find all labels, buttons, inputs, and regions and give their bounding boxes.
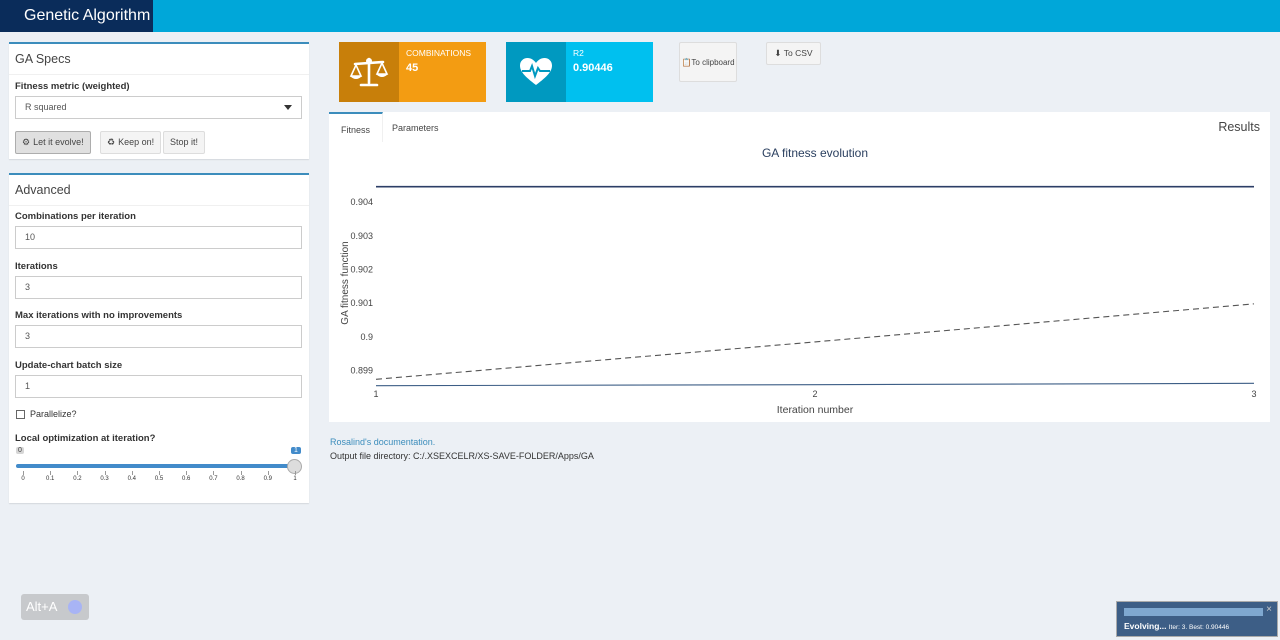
slider-tick-mark <box>104 471 106 475</box>
notification-detail: Iter: 3. Best: 0.90446 <box>1168 624 1230 631</box>
series-line <box>375 382 1255 387</box>
stop-it-button[interactable]: Stop it! <box>163 131 206 154</box>
fitness-metric-label: Fitness metric (weighted) <box>15 81 130 92</box>
slider-tick-mark <box>131 471 133 475</box>
slider-tick-label: 0 <box>21 476 25 482</box>
slider-ticks: 0 0.1 0.2 0.3 0.4 0.5 0.6 0.7 0.8 0.9 1 <box>9 471 309 485</box>
notification-message: Evolving... Iter: 3. Best: 0.90446 <box>1124 621 1229 631</box>
slider-tick-mark <box>159 471 160 475</box>
slider-min-label: 0 <box>16 447 24 454</box>
slider-tick-mark <box>23 471 24 475</box>
recycle-icon: ♻ <box>107 137 116 147</box>
combinations-input[interactable]: 10 <box>15 226 302 249</box>
r2-box-title: R2 <box>573 48 584 58</box>
slider-tick-mark <box>267 471 269 475</box>
r2-value-box: R2 0.90446 <box>506 42 653 102</box>
to-csv-label: To CSV <box>783 48 813 58</box>
to-clipboard-button[interactable]: 📋To clipboard <box>679 42 737 82</box>
slider-tick-mark <box>240 471 242 475</box>
alt-a-shortcut-button[interactable]: Alt+A <box>21 594 89 620</box>
heartbeat-icon <box>506 42 566 102</box>
y-tick-label: 0.901 <box>350 298 373 308</box>
clipboard-icon: 📋 <box>681 58 692 67</box>
combinations-box-value: 45 <box>406 62 419 74</box>
results-title: Results <box>1218 120 1260 134</box>
series-line <box>375 303 1255 380</box>
balance-scale-icon <box>339 42 399 102</box>
x-tick-label: 2 <box>812 389 817 399</box>
slider-tick-label: 0.4 <box>127 476 136 482</box>
slider-tick-mark <box>295 471 296 475</box>
progress-bar <box>1124 608 1263 616</box>
tab-parameters[interactable]: Parameters <box>380 112 451 142</box>
slider-tick-label: 0.7 <box>209 476 218 482</box>
max-no-improve-label: Max iterations with no improvements <box>15 310 183 321</box>
y-tick-label: 0.899 <box>350 366 373 376</box>
advanced-panel: Advanced Combinations per iteration 10 I… <box>9 173 309 503</box>
advanced-title: Advanced <box>9 175 309 206</box>
fitness-metric-select[interactable]: R squared <box>15 96 302 119</box>
slider-track[interactable] <box>16 464 296 468</box>
slider-tick-label: 0.6 <box>182 476 191 482</box>
x-tick-label: 1 <box>373 389 378 399</box>
chart-title: GA fitness evolution <box>762 146 868 160</box>
results-tab-panel: Fitness Parameters Results GA fitness ev… <box>329 112 1270 422</box>
iterations-label: Iterations <box>15 261 58 272</box>
batch-size-label: Update-chart batch size <box>15 360 123 371</box>
header-bar: Genetic Algorithm <box>0 0 1280 32</box>
ga-specs-panel: GA Specs Fitness metric (weighted) R squ… <box>9 42 309 159</box>
keep-on-button[interactable]: ♻ Keep on! <box>100 131 162 154</box>
combinations-value-box: COMBINATIONS 45 <box>339 42 486 102</box>
alt-a-label: Alt+A <box>26 599 58 614</box>
let-it-evolve-label: Let it evolve! <box>33 137 84 147</box>
gears-icon: ⚙ <box>22 137 31 147</box>
x-axis-label: Iteration number <box>777 404 854 416</box>
parallelize-checkbox[interactable] <box>16 410 25 419</box>
let-it-evolve-button[interactable]: ⚙ Let it evolve! <box>15 131 91 154</box>
y-axis-label: GA fitness function <box>340 241 351 324</box>
slider-tick-label: 0.1 <box>46 476 55 482</box>
slider-tick-label: 0.5 <box>154 476 164 482</box>
arrow-icon <box>68 600 82 614</box>
slider-tick-mark <box>50 471 52 475</box>
notification-title: Evolving... <box>1124 621 1167 631</box>
y-tick-label: 0.902 <box>350 265 373 275</box>
slider-tick-label: 1 <box>293 476 297 482</box>
y-tick-label: 0.9 <box>360 332 373 342</box>
iterations-input[interactable]: 3 <box>15 276 302 299</box>
progress-notification: × Evolving... Iter: 3. Best: 0.90446 <box>1116 601 1278 637</box>
to-clipboard-label: To clipboard <box>691 58 735 67</box>
close-icon[interactable]: × <box>1266 604 1272 615</box>
app-title: Genetic Algorithm <box>0 0 153 32</box>
fitness-chart: GA fitness evolution 0.899 0.9 0.901 0.902 0.… <box>340 146 1257 416</box>
max-no-improve-input[interactable]: 3 <box>15 325 302 348</box>
combinations-box-title: COMBINATIONS <box>406 48 472 58</box>
y-tick-label: 0.903 <box>350 231 373 241</box>
slider-tick-label: 0.8 <box>236 476 245 482</box>
r2-box-value: 0.90446 <box>573 62 613 74</box>
documentation-link[interactable]: Rosalind's documentation. <box>330 437 435 447</box>
slider-tick-mark <box>77 471 79 475</box>
local-optimization-label: Local optimization at iteration? <box>15 433 156 444</box>
download-icon: ⬇ <box>774 48 782 58</box>
output-directory-text: Output file directory: C:/.XSEXCELR/XS-S… <box>330 451 594 461</box>
parallelize-label: Parallelize? <box>30 409 77 419</box>
slider-value-badge: 1 <box>291 447 301 454</box>
combinations-label: Combinations per iteration <box>15 211 136 222</box>
fitness-metric-value: R squared <box>25 102 67 112</box>
tab-fitness[interactable]: Fitness <box>329 112 384 142</box>
batch-size-input[interactable]: 1 <box>15 375 302 398</box>
y-tick-label: 0.904 <box>350 197 373 207</box>
slider-tick-label: 0.2 <box>73 476 82 482</box>
slider-tick-label: 0.3 <box>100 476 109 482</box>
slider-tick-mark <box>213 471 215 475</box>
x-tick-label: 3 <box>1251 389 1256 399</box>
slider-tick-label: 0.9 <box>263 476 272 482</box>
keep-on-label: Keep on! <box>118 137 155 147</box>
caret-down-icon <box>284 105 292 110</box>
slider-tick-mark <box>186 471 188 475</box>
ga-specs-title: GA Specs <box>9 44 309 75</box>
to-csv-button[interactable]: ⬇ To CSV <box>766 42 821 65</box>
